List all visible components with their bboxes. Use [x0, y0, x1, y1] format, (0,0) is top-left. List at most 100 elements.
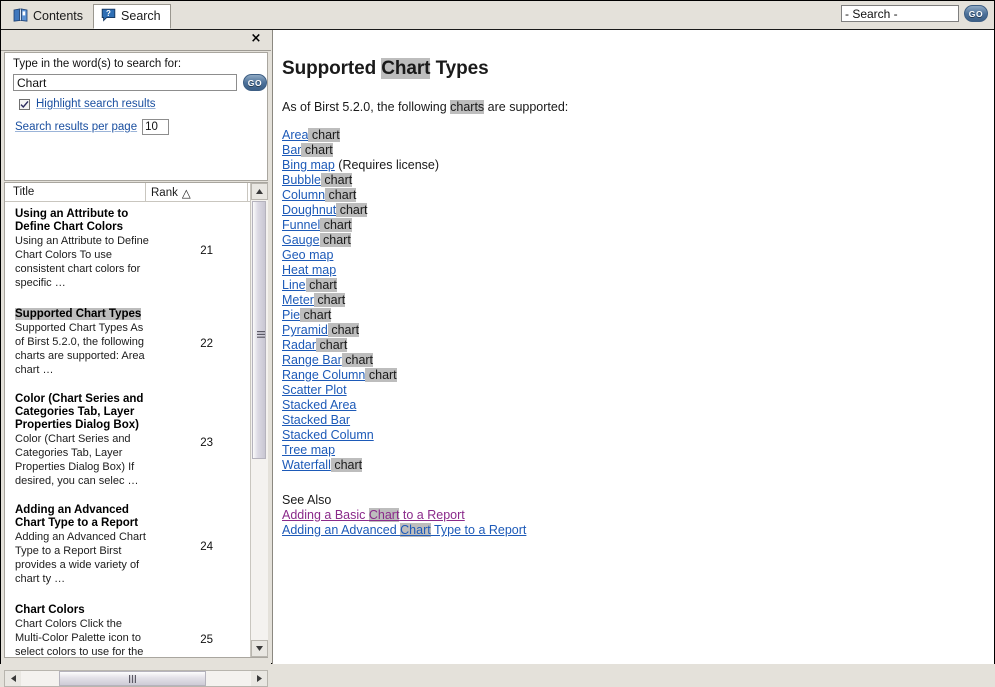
see-also-link[interactable]: Adding an Advanced Chart Type to a Repor… [282, 523, 994, 538]
results-per-page-row: Search results per page [15, 119, 170, 135]
chart-type-item: Column chart [282, 188, 994, 203]
highlighted-term: chart [316, 338, 348, 352]
scroll-left-arrow-icon[interactable] [5, 671, 21, 686]
sort-ascending-icon: △ [181, 188, 191, 200]
horizontal-scroll-track[interactable] [21, 671, 251, 686]
chart-type-item: Range Bar chart [282, 353, 994, 368]
result-row[interactable]: Chart Colors Chart Colors Click the Multi… [5, 596, 241, 657]
chart-type-link[interactable]: Pyramid [282, 323, 328, 337]
chart-type-link[interactable]: Range Column [282, 368, 365, 382]
chart-type-link[interactable]: Area [282, 128, 308, 142]
text-run[interactable]: Adding an Advanced [282, 523, 400, 537]
column-header-rank[interactable]: Rank △ [151, 186, 191, 200]
highlight-results-label[interactable]: Highlight search results [36, 98, 156, 110]
chart-type-item: Tree map [282, 443, 994, 458]
chart-type-link[interactable]: Heat map [282, 263, 336, 277]
highlighted-term: chart [341, 353, 374, 367]
global-search-go-button[interactable]: GO [964, 5, 988, 22]
chart-type-link[interactable]: Column [282, 188, 325, 202]
global-search-input[interactable] [841, 5, 959, 22]
results-per-page-label[interactable]: Search results per page [15, 121, 137, 133]
chart-type-link[interactable]: Scatter Plot [282, 383, 347, 397]
tab-strip: Contents ? Search [5, 3, 171, 29]
result-rank: 24 [200, 541, 213, 553]
scroll-down-arrow-icon[interactable] [251, 640, 268, 657]
results-per-page-input[interactable] [142, 119, 170, 135]
search-go-button[interactable]: GO [243, 74, 267, 91]
text-run: As of Birst 5.2.0, the following [282, 100, 451, 114]
sidebar-titlebar: × [1, 30, 271, 51]
highlighted-term: charts [450, 100, 485, 114]
chart-type-link[interactable]: Bubble [282, 173, 321, 187]
highlighted-term: chart [313, 293, 346, 307]
result-row[interactable]: Supported Chart Types Supported Chart Typ… [5, 300, 241, 387]
result-rank: 21 [200, 245, 213, 257]
result-title[interactable]: Color (Chart Series and Categories Tab, … [15, 393, 145, 432]
help-viewer-window: Contents ? Search GO × Type in [0, 0, 995, 687]
book-icon [13, 8, 28, 25]
search-query-row: GO [13, 74, 267, 91]
chart-type-link[interactable]: Bar [282, 143, 301, 157]
highlighted-term: chart [308, 128, 340, 142]
chart-type-link[interactable]: Stacked Bar [282, 413, 350, 427]
results-vertical-scrollbar[interactable] [250, 183, 268, 657]
chart-type-item: Bing map (Requires license) [282, 158, 994, 173]
see-also-link[interactable]: Adding a Basic Chart to a Report [282, 508, 994, 523]
result-row[interactable]: Adding an Advanced Chart Type to a Repor… [5, 498, 241, 596]
result-row[interactable]: Using an Attribute to Define Chart Color… [5, 202, 241, 300]
scroll-up-arrow-icon[interactable] [251, 183, 268, 200]
page-title: Supported Chart Types [282, 58, 994, 80]
scroll-grip-icon [129, 672, 136, 686]
highlighted-term[interactable]: Chart [400, 523, 431, 537]
scroll-right-arrow-icon[interactable] [251, 671, 267, 686]
chart-type-item: Pyramid chart [282, 323, 994, 338]
chart-type-link[interactable]: Range Bar [282, 353, 342, 367]
chart-type-link[interactable]: Doughnut [282, 203, 336, 217]
highlighted-term[interactable]: Chart [368, 508, 400, 522]
chart-type-link[interactable]: Meter [282, 293, 314, 307]
column-header-title[interactable]: Title [13, 186, 34, 198]
sidebar-horizontal-scrollbar[interactable] [4, 670, 268, 687]
chart-type-link[interactable]: Geo map [282, 248, 333, 262]
search-form: Type in the word(s) to search for: GO Hi… [4, 52, 268, 181]
chart-type-link[interactable]: Waterfall [282, 458, 331, 472]
chart-type-link[interactable]: Stacked Column [282, 428, 374, 442]
chart-type-link[interactable]: Tree map [282, 443, 335, 457]
text-run[interactable]: Type to a Report [431, 523, 526, 537]
results-list[interactable]: Using an Attribute to Define Chart Color… [5, 202, 251, 657]
close-icon[interactable]: × [249, 32, 263, 46]
chart-type-link[interactable]: Line [282, 278, 306, 292]
column-divider [145, 183, 146, 202]
tab-contents[interactable]: Contents [5, 4, 93, 29]
text-run[interactable]: to a Report [399, 508, 465, 522]
text-run[interactable]: Adding a Basic [282, 508, 369, 522]
see-also-links: Adding a Basic Chart to a Report Adding a… [282, 508, 994, 538]
chart-type-link[interactable]: Stacked Area [282, 398, 356, 412]
highlight-results-checkbox[interactable] [19, 98, 30, 110]
search-input[interactable] [13, 74, 237, 91]
tab-search[interactable]: ? Search [93, 4, 171, 29]
chart-type-link[interactable]: Pie [282, 308, 300, 322]
global-search: GO [841, 5, 988, 22]
result-title[interactable]: Chart Colors [15, 604, 145, 617]
chart-type-link[interactable]: Radar [282, 338, 316, 352]
result-row[interactable]: Color (Chart Series and Categories Tab, … [5, 387, 241, 498]
chart-type-link[interactable]: Funnel [282, 218, 320, 232]
chart-type-item: Stacked Area [282, 398, 994, 413]
chart-type-link[interactable]: Bing map [282, 158, 335, 172]
result-title[interactable]: Supported Chart Types [15, 308, 145, 321]
highlighted-term: chart [325, 188, 357, 202]
highlight-results-row[interactable]: Highlight search results [19, 98, 156, 110]
chart-type-item: Waterfall chart [282, 458, 994, 473]
vertical-scroll-thumb[interactable] [252, 201, 266, 459]
horizontal-scroll-thumb[interactable] [59, 671, 206, 686]
result-rank: 25 [200, 633, 213, 646]
chart-type-item: Bar chart [282, 143, 994, 158]
result-title[interactable]: Adding an Advanced Chart Type to a Repor… [15, 504, 145, 530]
chart-type-item: Stacked Column [282, 428, 994, 443]
chart-types-list: Area chart Bar chart Bing map (Requires li… [282, 128, 994, 473]
chart-type-link[interactable]: Gauge [282, 233, 320, 247]
result-snippet: Color (Chart Series and Categories Tab, … [15, 433, 139, 487]
result-title[interactable]: Using an Attribute to Define Chart Color… [15, 208, 145, 234]
highlighted-term: chart [301, 143, 333, 157]
